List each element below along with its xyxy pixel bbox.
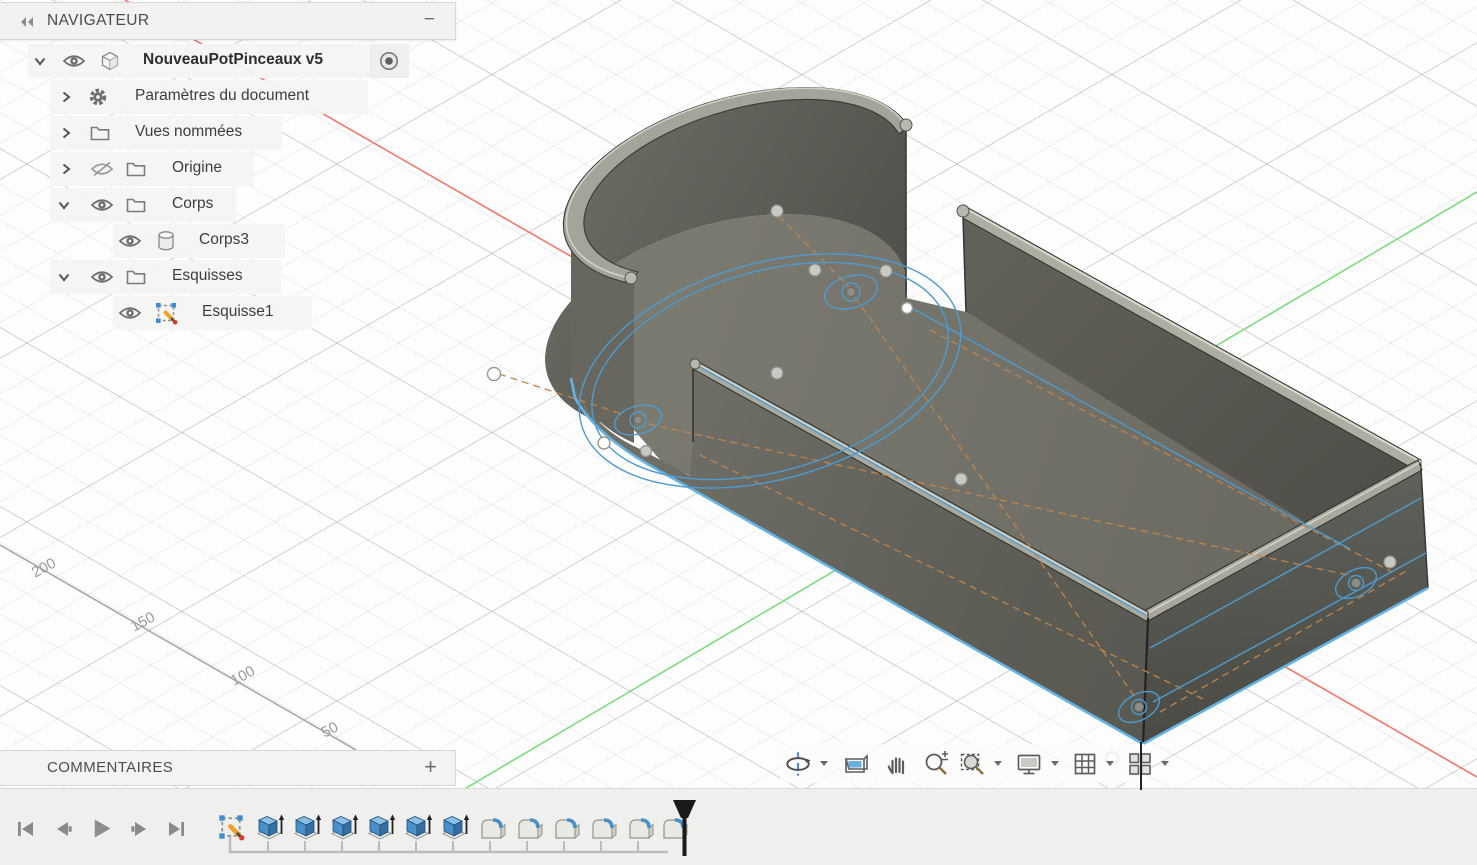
- tree-item-label: Origine: [172, 159, 222, 177]
- skip-to-end-button[interactable]: [169, 822, 184, 836]
- grid-scale-labels: 200 150 100 50: [29, 555, 341, 742]
- tree-item-bodies[interactable]: Corps: [0, 188, 456, 222]
- tree-item-label: Paramètres du document: [135, 87, 309, 105]
- tree-item-esquisse1[interactable]: Esquisse1: [0, 296, 456, 330]
- grid-label-100: 100: [228, 663, 258, 690]
- grid-label-150: 150: [128, 609, 158, 636]
- timeline-features: [219, 815, 687, 841]
- timeline-feature-extrude[interactable]: [258, 815, 284, 840]
- grid-label-200: 200: [29, 555, 59, 582]
- display-settings-button[interactable]: [1014, 750, 1044, 778]
- chevron-right-icon[interactable]: [58, 89, 74, 105]
- timeline-feature-extrude[interactable]: [295, 815, 321, 840]
- folder-icon: [126, 269, 146, 285]
- timeline-feature-extrude[interactable]: [406, 815, 432, 840]
- look-at-icon: [842, 750, 870, 778]
- window-zoom-icon: [959, 750, 987, 778]
- tree-item-label: Esquisses: [172, 267, 243, 285]
- visibility-eye-icon[interactable]: [118, 233, 142, 249]
- orbit-icon: [783, 749, 813, 779]
- zoom-tool-button[interactable]: [922, 750, 950, 778]
- folder-icon: [90, 125, 110, 141]
- active-component-radio[interactable]: [378, 50, 400, 72]
- viewport-nav-toolbar: [780, 744, 1144, 783]
- tree-item-label: Corps3: [199, 231, 249, 249]
- comments-title: COMMENTAIRES: [47, 759, 173, 776]
- timeline-feature-fillet[interactable]: [519, 820, 542, 838]
- skip-to-start-button[interactable]: [18, 822, 33, 836]
- timeline-feature-fillet[interactable]: [482, 820, 505, 838]
- tree-item-named-views[interactable]: Vues nommées: [0, 116, 456, 150]
- timeline-feature-fillet[interactable]: [593, 820, 616, 838]
- tree-item-label: Corps: [172, 195, 213, 213]
- tree-item-label: Vues nommées: [135, 123, 242, 141]
- orbit-dropdown-caret[interactable]: [819, 760, 829, 767]
- visibility-eye-icon[interactable]: [62, 53, 86, 69]
- add-comment-button[interactable]: +: [424, 754, 437, 780]
- folder-icon: [126, 161, 146, 177]
- visibility-eye-off-icon[interactable]: [90, 161, 114, 177]
- grid-settings-button[interactable]: [1071, 750, 1099, 778]
- timeline-feature-sketch[interactable]: [219, 815, 244, 840]
- window-zoom-tool-button[interactable]: [959, 750, 987, 778]
- viewports-caret[interactable]: [1160, 760, 1170, 767]
- tree-item-sketches[interactable]: Esquisses: [0, 260, 456, 294]
- visibility-eye-icon[interactable]: [90, 269, 114, 285]
- chevron-down-icon: [1050, 760, 1060, 767]
- visibility-eye-icon[interactable]: [118, 305, 142, 321]
- tree-item-corps3[interactable]: Corps3: [0, 224, 456, 258]
- grid-label-50: 50: [319, 719, 342, 742]
- tree-item-origin[interactable]: Origine: [0, 152, 456, 186]
- model-corps3[interactable]: [545, 88, 1428, 744]
- timeline-playback-controls: [18, 820, 184, 838]
- timeline-feature-extrude[interactable]: [332, 815, 358, 840]
- chevron-down-icon[interactable]: [56, 197, 72, 213]
- chevron-down-icon: [819, 760, 829, 767]
- grid-icon: [1071, 750, 1099, 778]
- step-forward-button[interactable]: [131, 822, 146, 836]
- fusion-window: 200 150 100 50: [0, 0, 1477, 865]
- chevron-down-icon[interactable]: [32, 53, 48, 69]
- navigator-title: NAVIGATEUR: [47, 12, 149, 30]
- chevron-down-icon: [1160, 760, 1170, 767]
- grid-edge-line: [0, 545, 356, 750]
- chevron-right-icon[interactable]: [58, 125, 74, 141]
- timeline-feature-extrude[interactable]: [443, 815, 469, 840]
- pan-hand-icon: [883, 750, 911, 778]
- tree-item-document-settings[interactable]: Paramètres du document: [0, 80, 456, 114]
- model-corner-edge: [1140, 742, 1142, 790]
- zoom-magnifier-icon: [922, 750, 950, 778]
- tree-item-label: Esquisse1: [202, 303, 274, 321]
- visibility-eye-icon[interactable]: [90, 197, 114, 213]
- timeline-feature-fillet[interactable]: [556, 820, 579, 838]
- play-button[interactable]: [95, 820, 111, 838]
- chevron-down-icon: [1105, 760, 1115, 767]
- orbit-tool-button[interactable]: [783, 749, 813, 779]
- monitor-icon: [1014, 750, 1044, 778]
- timeline-bar: [0, 788, 1477, 865]
- display-settings-caret[interactable]: [1050, 760, 1060, 767]
- timeline-feature-fillet[interactable]: [630, 820, 653, 838]
- look-at-tool-button[interactable]: [842, 750, 870, 778]
- chevron-down-icon[interactable]: [56, 269, 72, 285]
- timeline-feature-extrude[interactable]: [369, 815, 395, 840]
- grid-settings-caret[interactable]: [1105, 760, 1115, 767]
- timeline-ticks: [268, 841, 638, 852]
- gear-icon: [88, 87, 108, 107]
- chevron-right-icon[interactable]: [58, 161, 74, 177]
- comments-panel[interactable]: COMMENTAIRES +: [0, 750, 456, 786]
- tree-item-label: NouveauPotPinceaux v5: [143, 51, 323, 69]
- collapse-panel-icon[interactable]: [18, 15, 36, 29]
- document-cube-icon: [100, 51, 120, 71]
- window-zoom-dropdown-caret[interactable]: [993, 760, 1003, 767]
- step-back-button[interactable]: [57, 822, 72, 836]
- chevron-down-icon: [993, 760, 1003, 767]
- tree-item-root-document[interactable]: NouveauPotPinceaux v5: [0, 44, 456, 78]
- body-cylinder-icon: [157, 231, 175, 251]
- sketch-icon: [154, 301, 178, 325]
- minimize-panel-button[interactable]: −: [424, 9, 435, 31]
- folder-icon: [126, 197, 146, 213]
- pan-tool-button[interactable]: [883, 750, 911, 778]
- navigator-header: NAVIGATEUR −: [0, 2, 456, 40]
